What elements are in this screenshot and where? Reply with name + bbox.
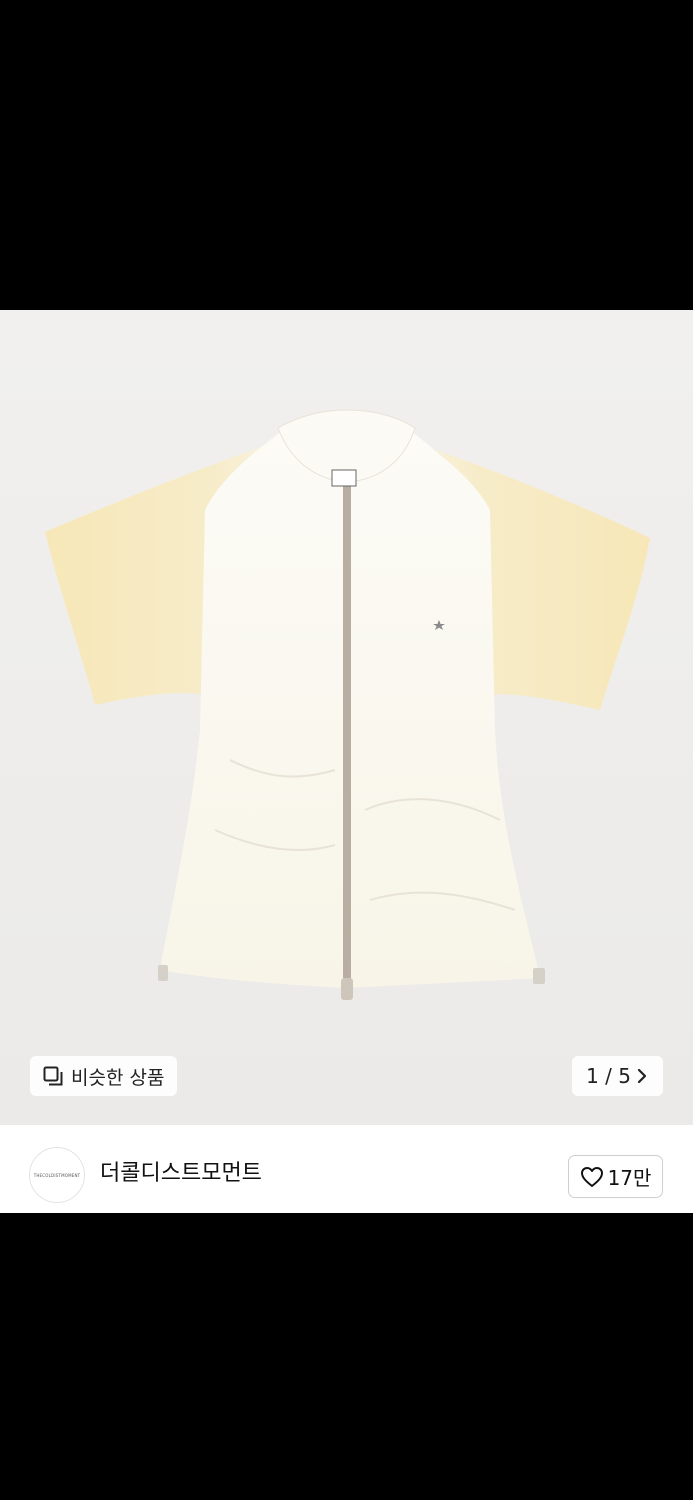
similar-products-button[interactable]: 비슷한 상품: [30, 1056, 178, 1096]
image-counter[interactable]: 1 / 5: [572, 1056, 663, 1096]
heart-icon: [580, 1166, 603, 1187]
top-black-area: [0, 0, 693, 310]
shop-name[interactable]: 더콜디스트모먼트: [100, 1159, 262, 1189]
like-count: 17만: [607, 1166, 652, 1190]
shop-avatar[interactable]: THECOLDISTMOMENT: [29, 1147, 85, 1203]
shop-avatar-logo: THECOLDISTMOMENT: [33, 1172, 81, 1178]
image-counter-text: 1 / 5: [586, 1064, 631, 1088]
product-photo: [0, 310, 693, 1125]
chevron-right-icon: [637, 1068, 647, 1084]
bottom-black-area: [0, 1213, 693, 1500]
product-image-gallery[interactable]: 비슷한 상품 1 / 5: [0, 310, 693, 1125]
copy-icon: [43, 1066, 63, 1086]
similar-products-label: 비슷한 상품: [71, 1066, 165, 1089]
like-button[interactable]: 17만: [568, 1155, 663, 1198]
shop-info-bar: THECOLDISTMOMENT 더콜디스트모먼트 17만: [0, 1125, 693, 1213]
